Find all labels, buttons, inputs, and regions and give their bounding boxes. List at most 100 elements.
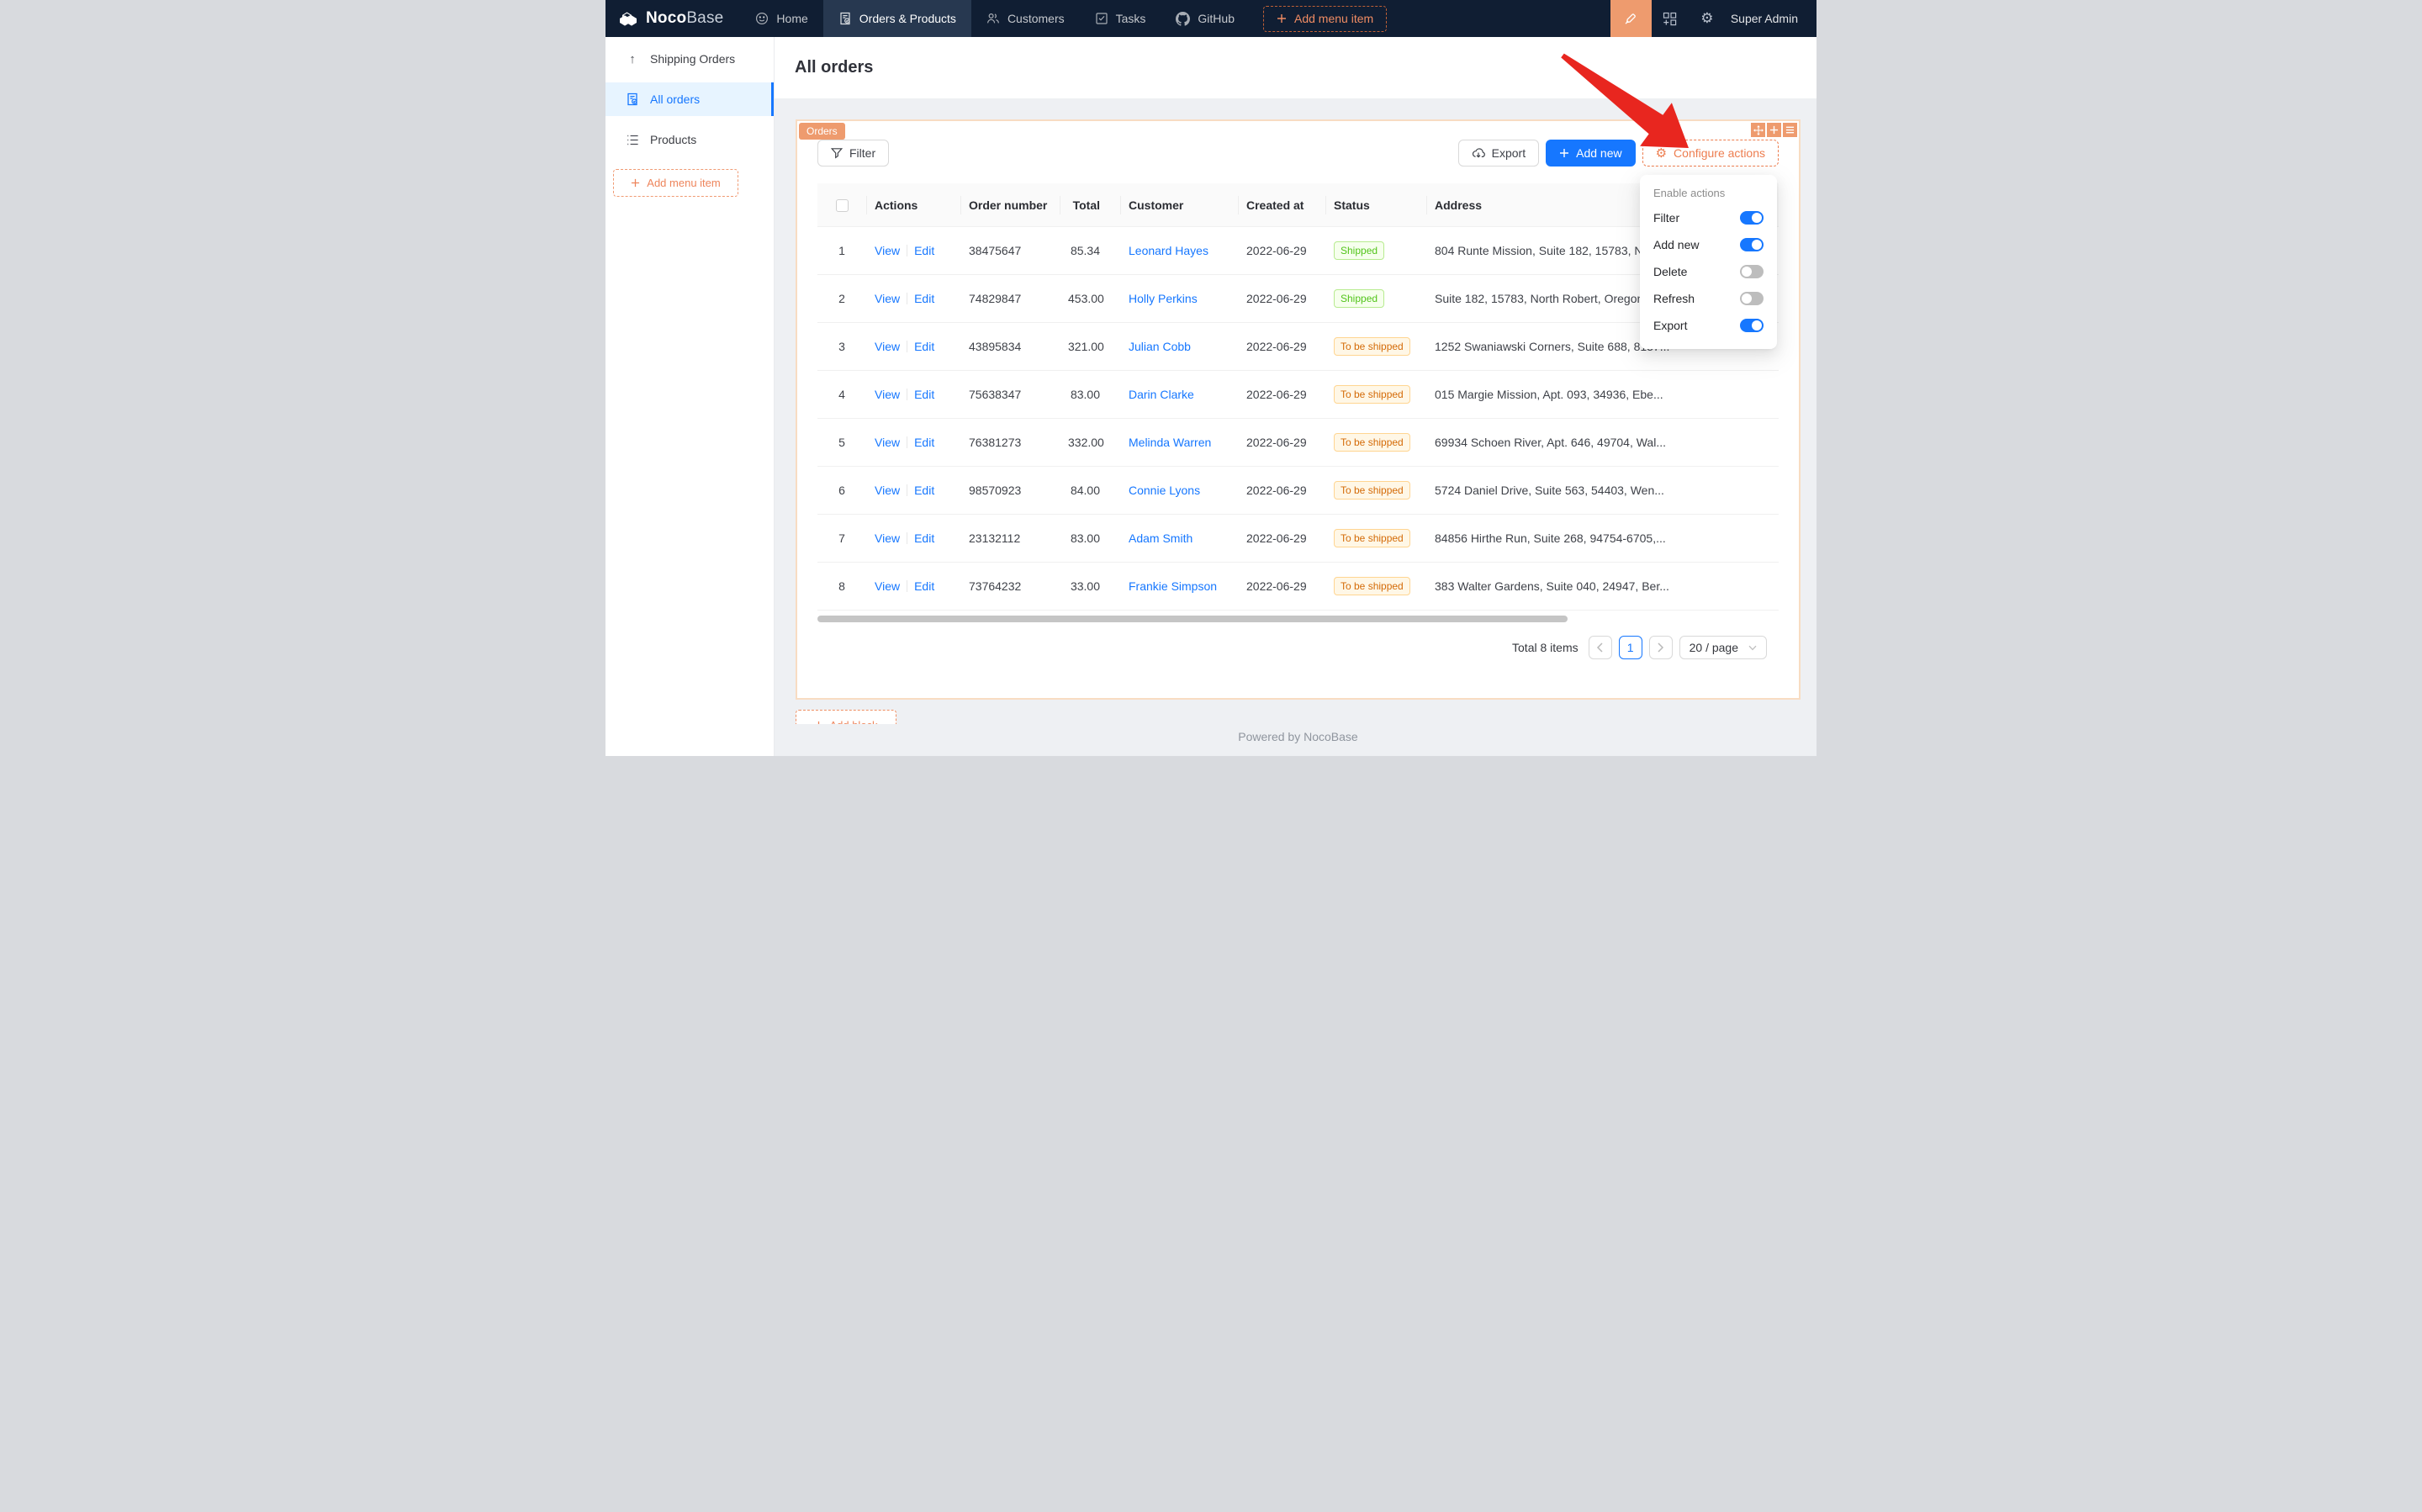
column-header-order-number[interactable]: Order number [960, 183, 1060, 227]
created-at-cell: 2022-06-29 [1238, 484, 1325, 497]
enable-action-label: Filter [1653, 211, 1679, 225]
sidebar-item-products[interactable]: Products [606, 123, 774, 156]
edit-link[interactable]: Edit [914, 292, 934, 305]
status-cell: To be shipped [1325, 433, 1426, 452]
table-row: 5ViewEdit76381273332.00Melinda Warren202… [817, 419, 1779, 467]
user-menu[interactable]: Super Admin [1726, 12, 1816, 25]
nav-item-orders-products[interactable]: Orders & Products [823, 0, 971, 37]
nocobase-logo[interactable]: NocoBase [606, 8, 740, 29]
edit-link[interactable]: Edit [914, 531, 934, 545]
nav-item-customers[interactable]: Customers [971, 0, 1080, 37]
horizontal-scrollbar[interactable] [817, 616, 1779, 622]
top-navbar: NocoBase Home Orders & Products [606, 0, 1816, 37]
enable-action-label: Export [1653, 319, 1687, 332]
edit-link[interactable]: Edit [914, 436, 934, 449]
customer-link[interactable]: Melinda Warren [1129, 436, 1211, 449]
add-block-button[interactable]: Add block [796, 710, 896, 724]
enable-action-row-filter: Filter [1653, 204, 1764, 231]
toggle-delete[interactable] [1740, 265, 1764, 278]
view-link[interactable]: View [875, 292, 900, 305]
sidebar-item-label: Shipping Orders [650, 52, 735, 66]
filter-button-label: Filter [849, 146, 875, 160]
customer-link[interactable]: Frankie Simpson [1129, 579, 1217, 593]
column-header-actions[interactable]: Actions [866, 183, 960, 227]
toggle-refresh[interactable] [1740, 292, 1764, 305]
gear-icon: ⚙ [1656, 147, 1667, 160]
plugin-manager-button[interactable] [1652, 0, 1689, 37]
edit-link[interactable]: Edit [914, 484, 934, 497]
address-cell: 5724 Daniel Drive, Suite 563, 54403, Wen… [1426, 484, 1779, 497]
created-at-cell: 2022-06-29 [1238, 388, 1325, 401]
sidebar-add-menu-item-button[interactable]: Add menu item [613, 169, 738, 197]
drag-handle-icon[interactable] [1751, 123, 1765, 137]
total-cell: 83.00 [1060, 531, 1120, 545]
customer-link[interactable]: Julian Cobb [1129, 340, 1191, 353]
customer-link[interactable]: Holly Perkins [1129, 292, 1198, 305]
next-page-button[interactable] [1649, 636, 1673, 659]
edit-link[interactable]: Edit [914, 340, 934, 353]
customer-link[interactable]: Connie Lyons [1129, 484, 1200, 497]
customer-link[interactable]: Darin Clarke [1129, 388, 1194, 401]
filter-funnel-icon [831, 147, 843, 159]
view-link[interactable]: View [875, 388, 900, 401]
page-number-button[interactable]: 1 [1619, 636, 1642, 659]
view-link[interactable]: View [875, 531, 900, 545]
view-link[interactable]: View [875, 579, 900, 593]
toggle-knob [1742, 293, 1752, 304]
column-header-total[interactable]: Total [1060, 183, 1120, 227]
nav-item-tasks[interactable]: Tasks [1080, 0, 1161, 37]
view-link[interactable]: View [875, 484, 900, 497]
nav-add-menu-item-button[interactable]: Add menu item [1263, 6, 1387, 32]
plus-icon [1277, 13, 1287, 24]
customer-cell: Holly Perkins [1120, 292, 1238, 305]
status-badge: To be shipped [1334, 337, 1410, 356]
row-index: 3 [817, 340, 866, 353]
edit-link[interactable]: Edit [914, 244, 934, 257]
select-all-checkbox[interactable] [836, 199, 849, 212]
enable-action-label: Add new [1653, 238, 1699, 251]
scrollbar-thumb[interactable] [817, 616, 1568, 622]
file-check-icon [626, 93, 639, 106]
toggle-knob [1742, 267, 1752, 277]
add-new-button[interactable]: Add new [1546, 140, 1635, 167]
toggle-export[interactable] [1740, 319, 1764, 332]
block-collection-badge: Orders [799, 123, 845, 140]
check-square-icon [1095, 12, 1108, 25]
edit-link[interactable]: Edit [914, 579, 934, 593]
settings-gear-icon[interactable]: ⚙ [1689, 0, 1726, 37]
nav-item-github[interactable]: GitHub [1161, 0, 1250, 37]
select-all-cell [817, 183, 866, 227]
row-actions: View Edit [866, 340, 960, 353]
created-at-cell: 2022-06-29 [1238, 292, 1325, 305]
column-header-customer[interactable]: Customer [1120, 183, 1238, 227]
row-index: 4 [817, 388, 866, 401]
add-block-icon[interactable] [1767, 123, 1781, 137]
toggle-add-new[interactable] [1740, 238, 1764, 251]
page-size-select[interactable]: 20 / page [1679, 636, 1767, 659]
row-actions: View Edit [866, 436, 960, 449]
sidebar-item-shipping-orders[interactable]: ↑ Shipping Orders [606, 42, 774, 76]
export-button[interactable]: Export [1458, 140, 1539, 167]
column-header-status[interactable]: Status [1325, 183, 1426, 227]
row-index: 7 [817, 531, 866, 545]
customer-cell: Melinda Warren [1120, 436, 1238, 449]
table-row: 4ViewEdit7563834783.00Darin Clarke2022-0… [817, 371, 1779, 419]
customer-link[interactable]: Adam Smith [1129, 531, 1192, 545]
edit-link[interactable]: Edit [914, 388, 934, 401]
table-row: 1ViewEdit3847564785.34Leonard Hayes2022-… [817, 227, 1779, 275]
column-header-created-at[interactable]: Created at [1238, 183, 1325, 227]
toggle-filter[interactable] [1740, 211, 1764, 225]
customer-link[interactable]: Leonard Hayes [1129, 244, 1208, 257]
view-link[interactable]: View [875, 340, 900, 353]
sidebar-item-all-orders[interactable]: All orders [606, 82, 774, 116]
view-link[interactable]: View [875, 436, 900, 449]
view-link[interactable]: View [875, 244, 900, 257]
configure-actions-label: Configure actions [1674, 146, 1765, 160]
configure-actions-button[interactable]: ⚙ Configure actions [1642, 140, 1779, 167]
ui-editor-button[interactable] [1610, 0, 1652, 37]
customer-cell: Connie Lyons [1120, 484, 1238, 497]
block-menu-icon[interactable] [1783, 123, 1797, 137]
previous-page-button[interactable] [1589, 636, 1612, 659]
nav-item-home[interactable]: Home [740, 0, 822, 37]
filter-button[interactable]: Filter [817, 140, 889, 167]
